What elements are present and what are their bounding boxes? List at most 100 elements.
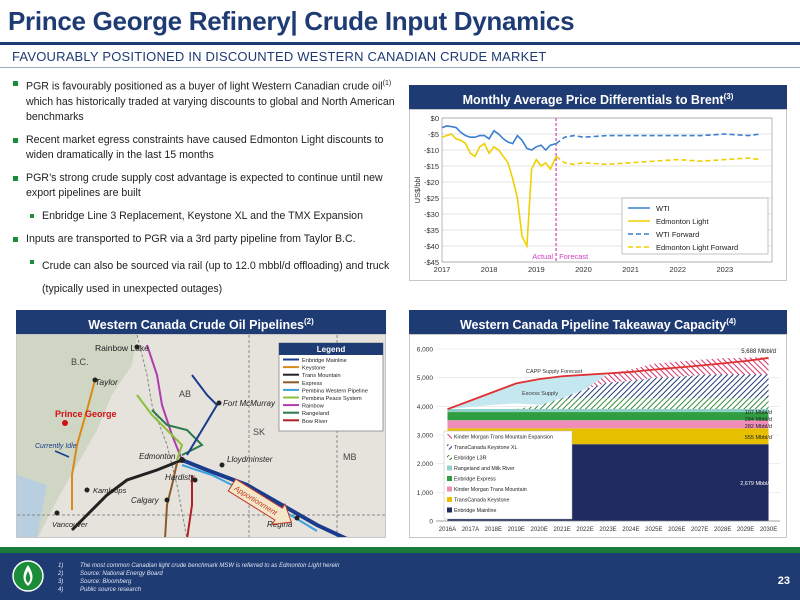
map-label-calgary: Calgary — [131, 496, 160, 505]
legend-label: Enbridge L3R — [454, 456, 487, 462]
footnote: 1) The most common Canadian light crude b… — [58, 563, 340, 569]
map-label-vancouver: Vancouver — [52, 520, 88, 529]
x-tick-label: 2022 — [669, 265, 686, 274]
legend-label: Enbridge Mainline — [454, 508, 496, 514]
capacity-chart-box: 0 1,000 2,000 3,000 4,000 5,000 6,000 2016A 2017… — [409, 334, 787, 538]
x-tick-label: 2016A — [439, 527, 456, 533]
x-tick-label: 2026E — [668, 527, 685, 533]
legend-swatch — [447, 444, 452, 450]
series-line — [441, 133, 557, 250]
pipeline-map: Rainbow Lake B.C. Taylor Prince George C… — [16, 334, 386, 538]
x-tick-label: 2024E — [622, 527, 639, 533]
footnote-ref: (2) — [304, 317, 314, 326]
map-label-fort-mcmurray: Fort McMurray — [223, 399, 276, 408]
mainline-value-label: 2,679 Mbbl/d — [740, 481, 772, 487]
x-tick-label: 2022E — [576, 527, 593, 533]
x-tick-label: 2018 — [481, 265, 498, 274]
tm-value-label: 282 Mbbl/d — [745, 424, 772, 430]
legend-label: Pembina Western Pipeline — [302, 388, 368, 394]
footnotes: 1) The most common Canadian light crude b… — [58, 562, 339, 594]
footnote: 3) Source: Bloomberg — [58, 579, 132, 585]
y-tick-label: -$15 — [424, 162, 439, 171]
page-number: 23 — [777, 575, 790, 587]
legend-label: Express — [302, 381, 322, 387]
y-tick-label: 1,000 — [417, 490, 434, 497]
price-chart-box: $0 -$5 -$10 -$15 -$20 -$25 -$30 -$35 -$40 -$45 201… — [409, 109, 787, 281]
capacity-chart-title: Western Canada Pipeline Takeaway Capacit… — [459, 318, 727, 333]
price-chart-title: Monthly Average Price Differentials to B… — [462, 93, 724, 108]
y-axis-label: US$/bbl — [413, 176, 422, 203]
map-label-sk: SK — [253, 427, 265, 437]
y-tick-label: 0 — [429, 519, 433, 526]
legend-swatch — [447, 476, 452, 481]
fort-mcmurray-dot — [216, 400, 222, 406]
legend-label: TransCanada Keystone — [454, 498, 510, 504]
keystone-value-label: 555 Mbbl/d — [745, 435, 772, 441]
x-tick-label: 2021E — [553, 527, 570, 533]
price-chart-header: Monthly Average Price Differentials to B… — [409, 85, 787, 109]
y-tick-label: -$20 — [424, 178, 439, 187]
y-tick-label: 3,000 — [417, 433, 434, 440]
takeaway-capacity-chart: 0 1,000 2,000 3,000 4,000 5,000 6,000 2016A 2017… — [417, 347, 780, 533]
x-tick-label: 2019 — [528, 265, 545, 274]
page-subtitle: FAVOURABLY POSITIONED IN DISCOUNTED WEST… — [12, 49, 547, 64]
x-tick-label: 2027E — [691, 527, 708, 533]
map-canvas: Rainbow Lake B.C. Taylor Prince George C… — [17, 335, 385, 537]
x-tick-label: 2017 — [434, 265, 451, 274]
legend-label: Enbridge Express — [454, 477, 496, 483]
legend-swatch — [447, 455, 452, 460]
legend-label: Kinder Morgan Trans Mountain Expansion — [454, 435, 553, 441]
legend-label: Bow River — [302, 419, 328, 425]
y-tick-label: -$25 — [424, 194, 439, 203]
x-tick-label: 2020E — [531, 527, 548, 533]
company-logo-icon — [12, 560, 44, 592]
footnote: 2) Source: National Energy Board — [58, 571, 163, 577]
map-label-rainbow-lake: Rainbow Lake — [95, 343, 149, 353]
legend-label: TransCanada Keystone XL — [454, 445, 517, 451]
x-tick-label: 2019E — [508, 527, 525, 533]
footnote-ref: (1) — [382, 80, 392, 87]
x-tick-label: 2025E — [645, 527, 662, 533]
map-label-lloydminster: Lloydminster — [227, 455, 273, 464]
bullet-item: Inputs are transported to PGR via a 3rd … — [10, 232, 395, 247]
map-header: Western Canada Crude Oil Pipelines(2) — [16, 310, 386, 334]
legend-swatch — [447, 465, 452, 471]
legend-label: Kinder Morgan Trans Mountain — [454, 487, 527, 493]
subtitle-divider — [0, 67, 800, 68]
y-tick-label: 2,000 — [417, 461, 434, 468]
bullet-text: PGR is favourably positioned as a buyer … — [26, 80, 383, 93]
y-tick-label: $0 — [431, 114, 439, 123]
calgary-dot — [164, 497, 170, 503]
map-legend-title: Legend — [317, 345, 346, 354]
map-label-bc: B.C. — [71, 357, 89, 367]
bullet-item: PGR is favourably positioned as a buyer … — [10, 76, 395, 125]
footnote: 4) Public source research — [58, 587, 142, 593]
legend-swatch — [447, 507, 452, 513]
map-legend — [278, 342, 384, 432]
x-tick-label: 2017A — [462, 527, 479, 533]
legend-label: Enbridge Mainline — [302, 358, 347, 364]
y-tick-label: 5,000 — [417, 375, 434, 382]
y-tick-label: -$30 — [424, 210, 439, 219]
stack-area — [447, 412, 769, 421]
lloydminster-dot — [219, 462, 225, 468]
bullet-item: Recent market egress constraints have ca… — [10, 133, 395, 163]
y-tick-label: 6,000 — [417, 347, 434, 354]
x-tick-label: 2023 — [717, 265, 734, 274]
legend-label: Pembina Peace System — [302, 396, 362, 402]
kamloops-dot — [84, 487, 90, 493]
sub-bullet-item: Crude can also be sourced via rail (up t… — [10, 255, 395, 301]
price-differential-chart: $0-$5-$10-$15-$20-$25-$30-$35-$40-$45201… — [413, 114, 773, 274]
excess-supply-label: Excess Supply — [522, 391, 558, 397]
x-tick-label: 2020 — [575, 265, 592, 274]
series-line — [555, 133, 761, 145]
legend-swatch — [447, 497, 452, 502]
legend-label: Trans Mountain — [302, 373, 341, 379]
y-tick-label: -$40 — [424, 242, 439, 251]
bullet-text: which has historically traded at varying… — [26, 95, 395, 123]
rangeland-value-label: 107 Mbbl/d — [745, 410, 772, 416]
x-tick-label: 2021 — [622, 265, 639, 274]
prince-george-dot — [62, 420, 68, 426]
bullet-item: PGR’s strong crude supply cost advantage… — [10, 171, 395, 201]
legend-swatch — [447, 434, 452, 439]
